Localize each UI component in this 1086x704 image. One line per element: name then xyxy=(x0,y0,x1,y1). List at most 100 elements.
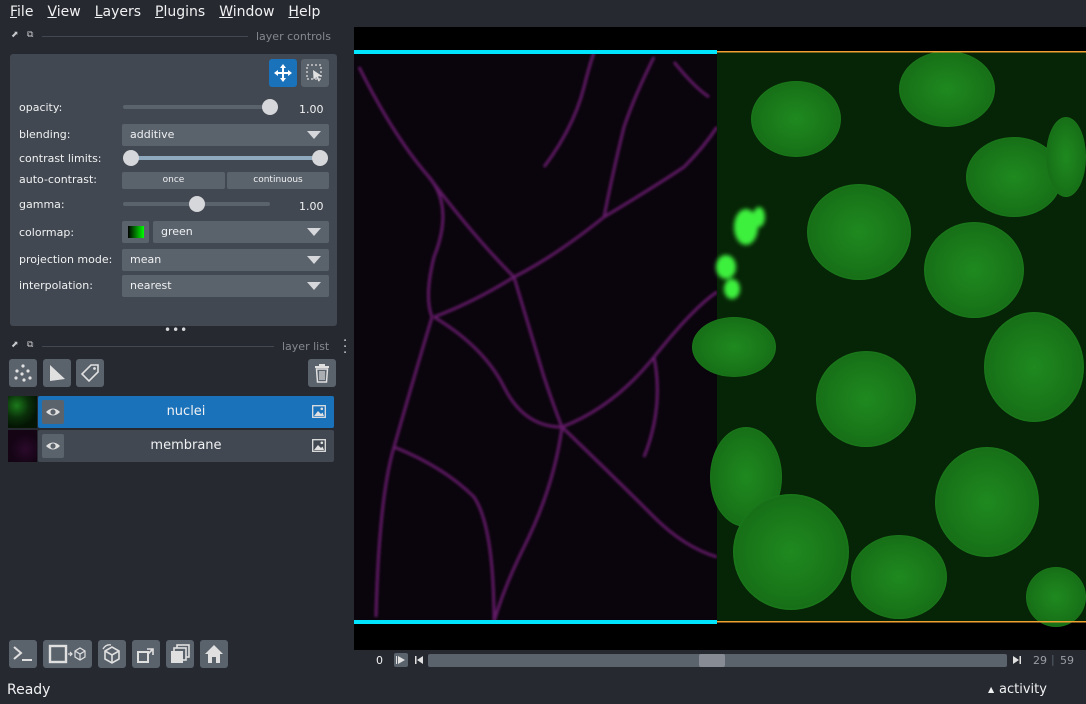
transform-button[interactable] xyxy=(301,59,329,87)
header-divider xyxy=(42,36,248,37)
menu-file[interactable]: File xyxy=(3,4,40,20)
home-icon xyxy=(205,645,223,663)
float-icon[interactable]: ⬈ xyxy=(11,30,19,40)
pan-zoom-button[interactable] xyxy=(269,59,297,87)
image-icon xyxy=(312,405,326,418)
eye-icon xyxy=(46,442,60,450)
skip-forward-icon xyxy=(1013,656,1021,664)
close-dock-icon[interactable]: ⧉ xyxy=(27,340,33,350)
reset-view-button[interactable] xyxy=(200,640,228,668)
gamma-label: gamma: xyxy=(19,198,65,211)
step-forward-button[interactable] xyxy=(1010,653,1024,667)
gamma-slider-handle[interactable] xyxy=(188,196,205,212)
layer-row-membrane[interactable]: membrane xyxy=(8,430,334,462)
select-transform-icon xyxy=(306,64,322,82)
menu-layers[interactable]: Layers xyxy=(88,4,148,20)
layer-name[interactable]: membrane xyxy=(68,430,304,462)
delete-layer-button[interactable] xyxy=(308,359,336,387)
visibility-toggle[interactable] xyxy=(42,400,64,424)
slice-border-bottom xyxy=(354,620,717,624)
interpolation-dropdown[interactable]: nearest xyxy=(122,275,329,297)
roll-dims-button[interactable] xyxy=(98,640,126,668)
auto-contrast-label: auto-contrast: xyxy=(19,173,98,186)
2d-3d-toggle-icon xyxy=(48,644,86,664)
opacity-value: 1.00 xyxy=(299,103,324,116)
layer-body[interactable]: membrane xyxy=(38,430,334,462)
projection-mode-dropdown[interactable]: mean xyxy=(122,249,329,271)
opacity-label: opacity: xyxy=(19,101,63,114)
ndisplay-button[interactable] xyxy=(43,640,92,668)
eye-icon xyxy=(46,408,60,416)
move-icon xyxy=(274,64,292,82)
image-icon xyxy=(312,439,326,452)
viewer-canvas[interactable] xyxy=(354,27,1086,650)
float-icon[interactable]: ⬈ xyxy=(11,340,19,350)
chevron-up-icon[interactable]: ▲ xyxy=(988,685,994,694)
chevron-down-icon xyxy=(307,131,321,139)
cube-icon xyxy=(102,644,120,664)
trash-icon xyxy=(315,364,329,383)
contrast-max-handle[interactable] xyxy=(312,150,328,166)
new-points-button[interactable] xyxy=(9,359,37,387)
splitter-handle[interactable]: ••• xyxy=(164,323,188,337)
chevron-down-icon xyxy=(307,256,321,264)
colormap-swatch-button[interactable] xyxy=(122,221,149,243)
blending-dropdown[interactable]: additive xyxy=(122,124,329,146)
contrast-range-track[interactable] xyxy=(131,156,320,160)
chevron-down-icon xyxy=(307,282,321,290)
chevron-down-icon xyxy=(307,228,321,236)
activity-button[interactable]: activity xyxy=(999,682,1047,697)
menu-help[interactable]: Help xyxy=(281,4,327,20)
projection-mode-value: mean xyxy=(130,253,162,266)
slice-border-bottom-alt xyxy=(717,621,1086,623)
layer-thumbnail xyxy=(8,430,37,462)
colormap-dropdown[interactable]: green xyxy=(153,221,329,243)
layer-row-nuclei[interactable]: nuclei xyxy=(8,396,334,428)
opacity-slider-track[interactable] xyxy=(123,105,270,109)
shapes-icon xyxy=(50,365,65,381)
grid-view-button[interactable] xyxy=(166,640,194,668)
layers-stack-icon xyxy=(171,644,190,663)
step-back-button[interactable] xyxy=(412,653,426,667)
layer-body-selected[interactable]: nuclei xyxy=(38,396,334,428)
transpose-icon xyxy=(137,648,154,663)
auto-contrast-once-button[interactable]: once xyxy=(122,172,225,189)
menu-view[interactable]: View xyxy=(40,4,87,20)
colormap-label: colormap: xyxy=(19,226,75,239)
dims-slider-handle[interactable] xyxy=(698,654,725,667)
transpose-button[interactable] xyxy=(132,640,160,668)
slider-value[interactable]: 29 xyxy=(1033,654,1047,667)
layer-controls-panel: opacity: 1.00 blending: additive contras… xyxy=(10,54,337,326)
blending-value: additive xyxy=(130,128,175,141)
contrast-limits-label: contrast limits: xyxy=(19,152,102,165)
auto-contrast-continuous-button[interactable]: continuous xyxy=(227,172,329,189)
visibility-toggle[interactable] xyxy=(42,434,64,458)
layer-thumbnail xyxy=(8,396,37,428)
points-icon xyxy=(14,364,32,382)
play-icon xyxy=(396,656,405,664)
interpolation-value: nearest xyxy=(130,279,172,292)
vertical-dots-icon[interactable]: · · · xyxy=(343,335,347,360)
axis-label[interactable]: 0 xyxy=(376,654,383,667)
new-labels-button[interactable] xyxy=(76,359,104,387)
opacity-slider-handle[interactable] xyxy=(262,99,278,115)
menu-bar: File View Layers Plugins Window Help xyxy=(0,0,1086,24)
colormap-value: green xyxy=(161,225,193,238)
colormap-swatch xyxy=(128,226,144,238)
layer-name[interactable]: nuclei xyxy=(68,396,304,428)
menu-plugins[interactable]: Plugins xyxy=(148,4,212,20)
image-render[interactable] xyxy=(354,27,1086,650)
contrast-min-handle[interactable] xyxy=(123,150,139,166)
console-button[interactable] xyxy=(9,640,37,668)
menu-window[interactable]: Window xyxy=(212,4,281,20)
slice-border-top xyxy=(354,50,717,54)
projection-mode-label: projection mode: xyxy=(19,253,113,266)
new-shapes-button[interactable] xyxy=(43,359,71,387)
skip-back-icon xyxy=(415,656,423,664)
gamma-value: 1.00 xyxy=(299,200,324,213)
slider-separator: | xyxy=(1051,653,1055,666)
play-button[interactable] xyxy=(394,653,408,667)
close-dock-icon[interactable]: ⧉ xyxy=(27,30,33,40)
slice-border-top-alt xyxy=(717,51,1086,53)
labels-icon xyxy=(80,364,99,383)
